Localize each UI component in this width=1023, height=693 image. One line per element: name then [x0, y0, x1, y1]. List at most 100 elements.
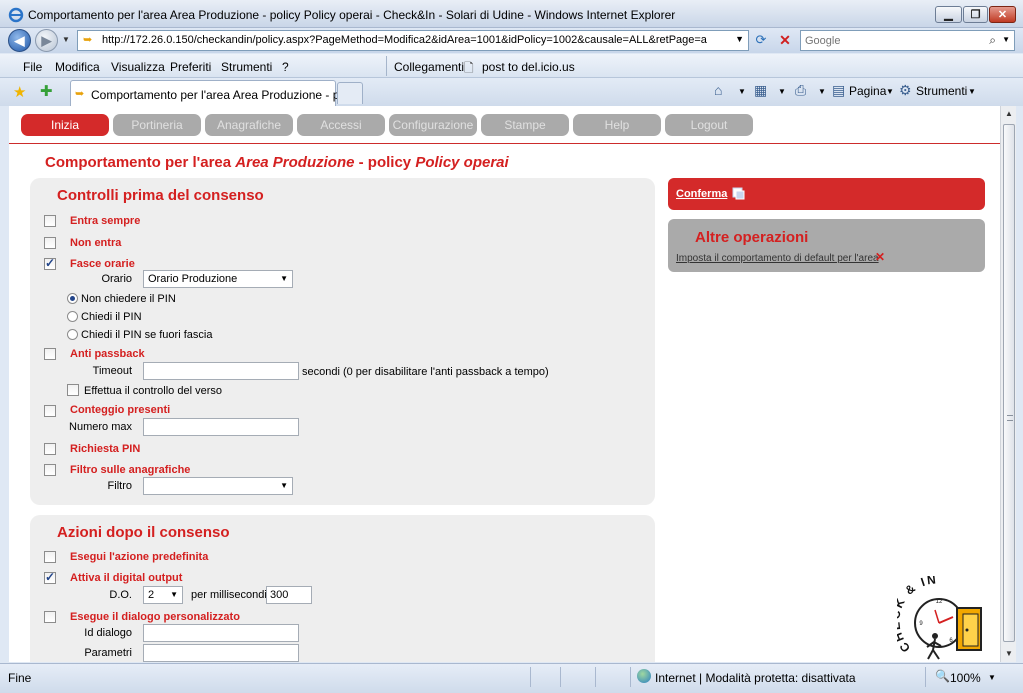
- tab-active[interactable]: ➥ Comportamento per l'area Area Produzio…: [70, 80, 359, 106]
- nav-portineria[interactable]: Portineria: [113, 114, 201, 136]
- search-input[interactable]: [805, 33, 975, 48]
- entra-sempre-checkbox[interactable]: [44, 215, 56, 227]
- page-menu[interactable]: Pagina: [849, 84, 886, 98]
- default-behaviour-link[interactable]: Imposta il comportamento di default per …: [676, 253, 879, 264]
- new-tab-button[interactable]: [337, 82, 363, 104]
- orario-select[interactable]: Orario Produzione ▼: [143, 270, 293, 288]
- page-scrollbar[interactable]: ▲ ▼: [1000, 106, 1016, 662]
- link-delicious[interactable]: post to del.icio.us: [482, 60, 575, 74]
- security-zone[interactable]: Internet | Modalità protetta: disattivat…: [655, 671, 856, 685]
- numero-max-input[interactable]: [143, 418, 299, 436]
- delete-icon[interactable]: ✕: [875, 250, 885, 264]
- zoom-icon: 🔍: [935, 669, 950, 683]
- close-window-button[interactable]: ✕: [989, 6, 1016, 23]
- nav-logout[interactable]: Logout: [665, 114, 753, 136]
- radio-fuori-fascia-label: Chiedi il PIN se fuori fascia: [81, 329, 213, 341]
- scroll-up-icon[interactable]: ▲: [1001, 106, 1017, 122]
- page-menu-dropdown-icon[interactable]: ▼: [886, 87, 894, 96]
- fasce-orarie-checkbox[interactable]: [44, 256, 56, 270]
- tools-menu[interactable]: Strumenti: [916, 84, 967, 98]
- do-select[interactable]: 2 ▼: [143, 586, 183, 604]
- scroll-thumb[interactable]: [1003, 124, 1015, 642]
- url-field[interactable]: ➥ http://172.26.0.150/checkandin/policy.…: [77, 30, 749, 51]
- restore-icon: ❐: [970, 9, 981, 21]
- back-button[interactable]: ◀: [8, 29, 31, 52]
- controllo-verso-checkbox[interactable]: [67, 384, 79, 396]
- zoom-level[interactable]: 100%: [950, 671, 981, 685]
- menu-file[interactable]: File: [23, 60, 42, 74]
- scroll-down-icon[interactable]: ▼: [1001, 646, 1017, 662]
- forward-button[interactable]: ▶: [35, 29, 58, 52]
- non-entra-checkbox[interactable]: [44, 237, 56, 249]
- filtro-anagrafiche-checkbox[interactable]: [44, 464, 56, 476]
- feeds-dropdown-icon[interactable]: ▼: [778, 87, 786, 96]
- minimize-button[interactable]: ▁: [935, 6, 962, 23]
- do-label: D.O.: [109, 589, 132, 601]
- history-dropdown-icon[interactable]: ▼: [62, 35, 70, 44]
- chevron-down-icon: ▼: [280, 481, 288, 490]
- forward-arrow-icon: ▶: [41, 33, 52, 48]
- conteggio-presenti-checkbox[interactable]: [44, 405, 56, 417]
- home-dropdown-icon[interactable]: ▼: [738, 87, 746, 96]
- save-icon[interactable]: [732, 187, 745, 200]
- azione-predefinita-checkbox[interactable]: [44, 551, 56, 563]
- anti-passback-checkbox[interactable]: [44, 348, 56, 360]
- radio-chiedi-fuori-fascia[interactable]: [67, 329, 78, 340]
- tab-bar: ★ ✚ ➥ Comportamento per l'area Area Prod…: [0, 78, 1023, 106]
- do-value: 2: [148, 589, 155, 601]
- link-page-icon: 🗋: [464, 61, 474, 75]
- page-icon: ➥: [83, 34, 93, 46]
- menu-separator: [386, 56, 387, 76]
- digital-output-checkbox[interactable]: [44, 570, 56, 584]
- menu-strumenti[interactable]: Strumenti: [221, 60, 272, 74]
- url-dropdown-icon[interactable]: ▼: [735, 34, 744, 44]
- menu-visualizza[interactable]: Visualizza: [111, 60, 165, 74]
- refresh-icon[interactable]: ⟳: [752, 32, 770, 49]
- main-nav: Inizia Portineria Anagrafiche Accessi Co…: [9, 106, 1000, 144]
- ie-logo-icon: [8, 7, 24, 23]
- internet-zone-icon: [637, 669, 651, 683]
- add-favorite-icon[interactable]: ✚: [40, 82, 53, 100]
- page-title: Comportamento per l'area Area Produzione…: [45, 154, 509, 171]
- numero-max-label: Numero max: [69, 421, 132, 433]
- ms-input[interactable]: [266, 586, 312, 604]
- non-entra-label: Non entra: [70, 237, 122, 249]
- favorites-star-icon[interactable]: ★: [13, 83, 26, 101]
- nav-configurazione[interactable]: Configurazione: [389, 114, 477, 136]
- stop-icon[interactable]: ✕: [776, 32, 794, 49]
- menu-help[interactable]: ?: [282, 60, 289, 74]
- timeout-input[interactable]: [143, 362, 299, 380]
- status-divider: [630, 667, 631, 687]
- nav-accessi[interactable]: Accessi: [297, 114, 385, 136]
- menu-preferiti[interactable]: Preferiti: [170, 60, 211, 74]
- conferma-link[interactable]: Conferma: [676, 188, 727, 200]
- richiesta-pin-checkbox[interactable]: [44, 443, 56, 455]
- print-icon[interactable]: ⎙: [795, 82, 806, 99]
- radio-chiedi-label: Chiedi il PIN: [81, 311, 142, 323]
- url-text[interactable]: http://172.26.0.150/checkandin/policy.as…: [102, 34, 707, 46]
- radio-chiedi-pin[interactable]: [67, 311, 78, 322]
- entra-sempre-label: Entra sempre: [70, 215, 141, 227]
- maximize-button[interactable]: ❐: [963, 6, 988, 23]
- home-icon[interactable]: ⌂: [714, 82, 722, 98]
- controls-title: Controlli prima del consenso: [57, 187, 264, 204]
- print-dropdown-icon[interactable]: ▼: [818, 87, 826, 96]
- nav-help[interactable]: Help: [573, 114, 661, 136]
- menu-modifica[interactable]: Modifica: [55, 60, 100, 74]
- search-icon[interactable]: ⌕: [989, 33, 996, 48]
- title-prefix: Comportamento per l'area: [45, 154, 236, 171]
- feeds-icon[interactable]: ▦: [754, 82, 767, 99]
- zoom-dropdown-icon[interactable]: ▼: [988, 673, 996, 682]
- radio-non-chiedere-pin[interactable]: [67, 293, 78, 304]
- nav-stampe[interactable]: Stampe: [481, 114, 569, 136]
- filtro-select[interactable]: ▼: [143, 477, 293, 495]
- search-dropdown-icon[interactable]: ▼: [1002, 35, 1010, 44]
- tools-dropdown-icon[interactable]: ▼: [968, 87, 976, 96]
- status-divider: [925, 667, 926, 687]
- parametri-input[interactable]: [143, 644, 299, 662]
- nav-anagrafiche[interactable]: Anagrafiche: [205, 114, 293, 136]
- radio-non-chiedere-label: Non chiedere il PIN: [81, 293, 176, 305]
- nav-inizia[interactable]: Inizia: [21, 114, 109, 136]
- dialogo-checkbox[interactable]: [44, 611, 56, 623]
- id-dialogo-input[interactable]: [143, 624, 299, 642]
